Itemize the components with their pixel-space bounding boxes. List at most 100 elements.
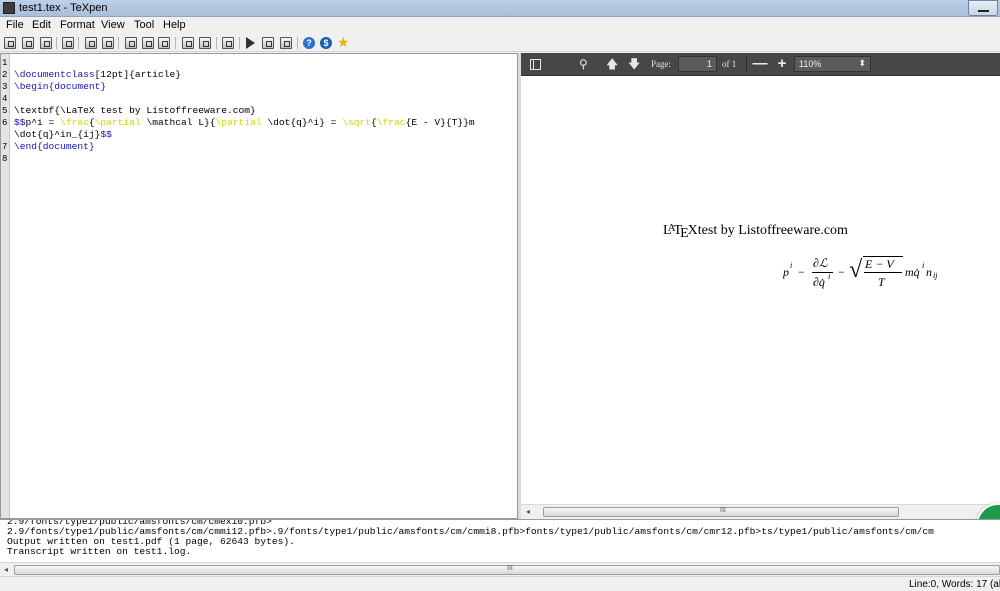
page-label: Page: <box>651 59 671 69</box>
latex-logo-a: A <box>667 222 676 234</box>
zoom-value: 110% <box>799 59 822 69</box>
pdf-icon[interactable] <box>262 37 274 49</box>
code-token: p^i = <box>25 117 61 128</box>
code-token: \dot{q}^i} = <box>261 117 343 128</box>
eq-tail: mq̇ <box>905 265 920 279</box>
menu-edit[interactable]: Edit <box>32 19 51 31</box>
toolbar-separator <box>746 56 747 72</box>
table-icon[interactable] <box>182 37 194 49</box>
code-line[interactable]: \begin{document} <box>14 81 106 93</box>
line-number: 8 <box>2 154 8 164</box>
code-token: \sqrt <box>342 117 371 128</box>
menu-help[interactable]: Help <box>163 19 186 31</box>
line-number-gutter: 1 2 3 4 5 6 7 8 <box>1 54 10 518</box>
pdf-viewer-toolbar: ⚲ 🡅 🡇 Page: 1 of 1 — + 110% ⬍ <box>521 53 1000 76</box>
scrollbar-thumb[interactable]: III <box>543 507 899 517</box>
menu-tool[interactable]: Tool <box>134 19 154 31</box>
eq-inner-numerator: E − V <box>865 257 894 271</box>
toolbar-separator <box>78 37 79 49</box>
page-count: of 1 <box>722 59 737 69</box>
toolbar-separator <box>175 37 176 49</box>
zoom-select[interactable]: 110% ⬍ <box>794 56 871 72</box>
code-line[interactable]: \textbf{\LaTeX test by Listoffreeware.co… <box>14 105 256 117</box>
pdf-viewer: ⚲ 🡅 🡇 Page: 1 of 1 — + 110% ⬍ LATEXtest … <box>521 53 1000 519</box>
code-token: [12pt]{article} <box>94 69 181 80</box>
code-token: \frac <box>60 117 89 128</box>
code-token: \frac <box>376 117 406 128</box>
code-token: \partial <box>215 117 262 128</box>
log-line: Transcript written on test1.log. <box>7 546 192 557</box>
code-token: \textbf{\LaTeX test by Listoffreeware.co… <box>14 105 256 116</box>
compile-log[interactable]: 2.9/fonts/type1/public/amsfonts/cm/cmex1… <box>0 519 1000 562</box>
search-icon[interactable]: ⚲ <box>579 58 588 70</box>
status-bar: Line:0, Words: 17 (abo <box>0 576 1000 591</box>
code-token: \end{document} <box>14 141 95 152</box>
previous-page-icon[interactable]: 🡅 <box>606 58 618 70</box>
eq-p: p <box>783 265 789 279</box>
code-line[interactable]: \dot{q}^in_{ij}$$ <box>14 129 112 141</box>
code-token: \mathcal L}{ <box>140 117 216 128</box>
donate-icon[interactable]: $ <box>320 37 332 49</box>
eq-denominator-sup: i <box>828 272 831 281</box>
latex-logo-e: E <box>680 226 689 241</box>
toolbar-separator <box>239 37 240 49</box>
sqrt-icon: √ <box>849 257 863 283</box>
favorite-icon[interactable]: ★ <box>337 35 350 49</box>
page-number-input[interactable]: 1 <box>678 56 717 72</box>
image-icon[interactable] <box>199 37 211 49</box>
redo-icon[interactable] <box>102 37 114 49</box>
eq-p-sup: i <box>790 261 793 270</box>
code-line[interactable]: \end{document} <box>14 141 95 153</box>
log-icon[interactable] <box>280 37 292 49</box>
open-icon[interactable] <box>22 37 34 49</box>
code-token: \dot{q}^in_{ij} <box>14 129 101 140</box>
line-number: 6 <box>2 118 8 128</box>
help-icon[interactable]: ? <box>303 37 315 49</box>
viewer-horizontal-scrollbar[interactable]: ◂ III ▸ <box>521 504 1000 519</box>
zoom-out-button[interactable]: — <box>751 56 769 72</box>
scrollbar-thumb[interactable]: III <box>14 565 1000 575</box>
minimize-button[interactable] <box>968 0 998 16</box>
code-line[interactable]: $$p^i = \frac{\partial \mathcal L}{\part… <box>14 117 475 129</box>
scrollbar-grip-icon: III <box>720 507 726 514</box>
copy-icon[interactable] <box>142 37 154 49</box>
menu-view[interactable]: View <box>101 19 125 31</box>
find-icon[interactable] <box>222 37 234 49</box>
eq-minus: − <box>838 265 845 279</box>
print-icon[interactable] <box>62 37 74 49</box>
line-number: 4 <box>2 94 8 104</box>
line-number: 3 <box>2 82 8 92</box>
sidebar-toggle-icon[interactable] <box>530 59 541 70</box>
menu-bar: File Edit Format View Tool Help <box>0 17 1000 34</box>
log-horizontal-scrollbar[interactable]: ◂ III <box>0 562 1000 576</box>
compile-icon[interactable] <box>246 37 255 49</box>
next-page-icon[interactable]: 🡇 <box>628 58 640 70</box>
eq-numerator: ∂ℒ <box>813 256 828 270</box>
zoom-in-button[interactable]: + <box>773 56 791 72</box>
code-line[interactable]: \documentclass[12pt]{article} <box>14 69 181 81</box>
menu-format[interactable]: Format <box>60 19 95 31</box>
menu-file[interactable]: File <box>6 19 24 31</box>
paste-icon[interactable] <box>158 37 170 49</box>
toolbar-separator <box>297 37 298 49</box>
fraction-bar <box>864 272 902 273</box>
code-token: \documentclass <box>14 69 95 80</box>
line-number: 5 <box>2 106 8 116</box>
eq-n: n <box>926 265 932 279</box>
scroll-left-icon[interactable]: ◂ <box>4 565 8 574</box>
code-token: \partial <box>94 117 141 128</box>
eq-inner-denominator: T <box>878 275 885 289</box>
save-icon[interactable] <box>40 37 52 49</box>
code-editor[interactable]: 1 2 3 4 5 6 7 8 \documentclass[12pt]{article} \b… <box>0 53 518 519</box>
new-icon[interactable] <box>4 37 16 49</box>
line-number: 2 <box>2 70 8 80</box>
title-bar: test1.tex - TeXpen <box>0 0 1000 17</box>
undo-icon[interactable] <box>85 37 97 49</box>
window-title: test1.tex - TeXpen <box>19 2 108 14</box>
toolbar-separator <box>118 37 119 49</box>
scroll-left-icon[interactable]: ◂ <box>526 507 530 516</box>
cut-icon[interactable] <box>125 37 137 49</box>
eq-tail-sup: i <box>922 261 925 270</box>
latex-logo-x: X <box>687 223 698 238</box>
toolbar-separator <box>56 37 57 49</box>
